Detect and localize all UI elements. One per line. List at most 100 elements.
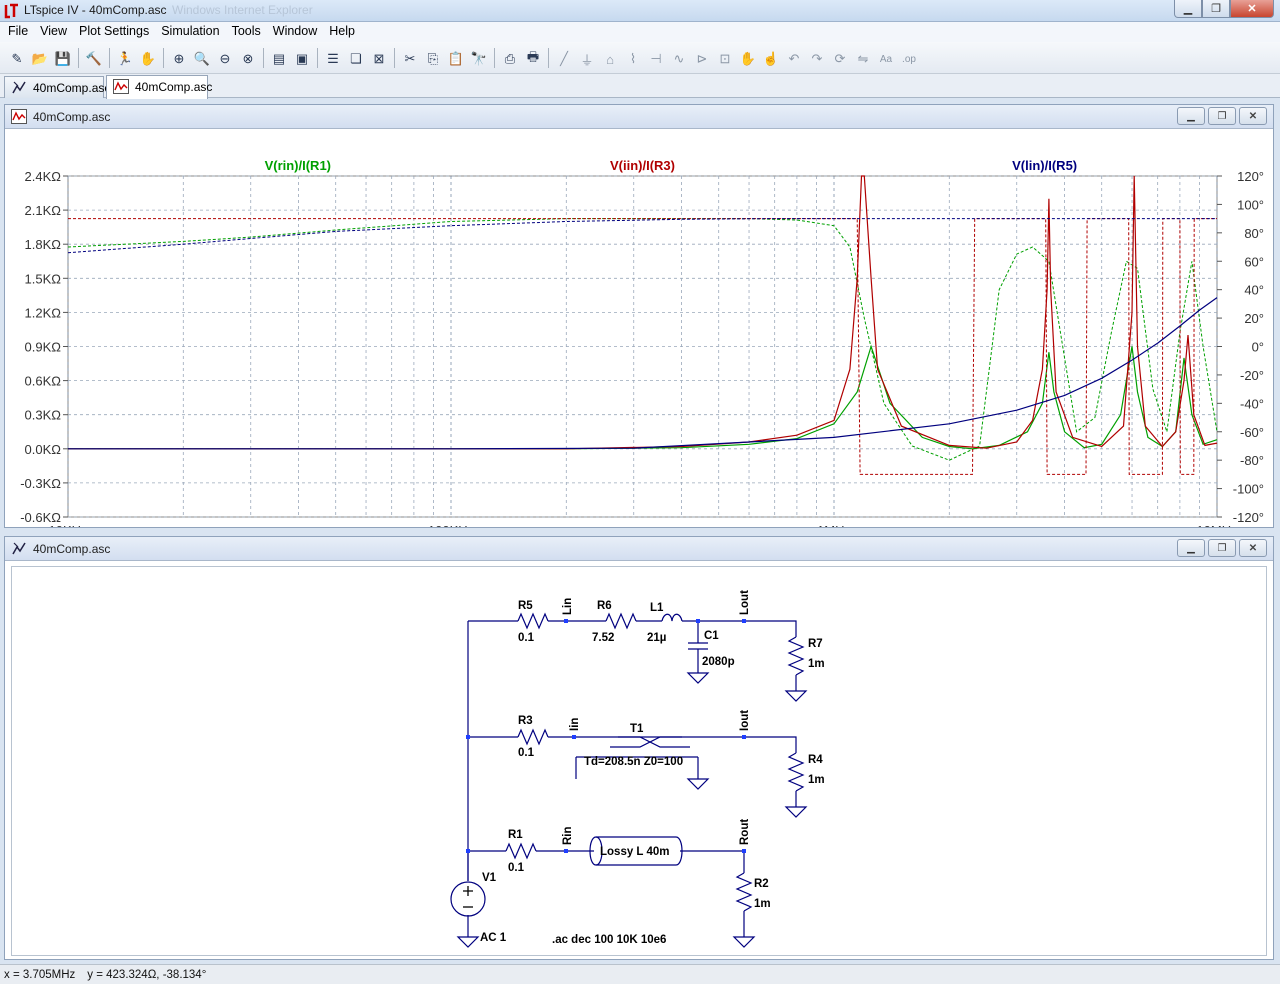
l1-label[interactable]: L1 <box>650 602 664 614</box>
t1-label[interactable]: T1 <box>630 723 644 735</box>
resistor-button[interactable]: ⌇ <box>624 50 642 68</box>
maximize-button[interactable]: ❐ <box>1202 0 1230 18</box>
net-label-lout[interactable]: Lout <box>739 590 751 615</box>
c1-label[interactable]: C1 <box>704 630 719 642</box>
o1-value[interactable]: Lossy L 40m <box>600 846 669 858</box>
schematic-close-button[interactable]: ✕ <box>1239 539 1267 557</box>
find-button[interactable]: 🔭 <box>470 50 488 68</box>
c1-value[interactable]: 2080p <box>702 656 735 668</box>
control-panel-button[interactable]: 🔨 <box>85 50 103 68</box>
ground-button[interactable]: ⏚ <box>578 50 596 68</box>
zoom-rect-button[interactable]: 🔍 <box>193 50 211 68</box>
plot-restore-button[interactable]: ❐ <box>1208 107 1236 125</box>
redo-button[interactable]: ↷ <box>808 50 826 68</box>
r4-label[interactable]: R4 <box>808 754 823 766</box>
menu-tools[interactable]: Tools <box>226 22 267 42</box>
v1-value[interactable]: AC 1 <box>480 932 507 944</box>
menu-help[interactable]: Help <box>323 22 361 42</box>
r2-label[interactable]: R2 <box>754 878 769 890</box>
tab-plot[interactable]: 40mComp.asc <box>106 75 212 99</box>
mirror-button[interactable]: ⇋ <box>854 50 872 68</box>
waveform-plot-svg[interactable]: 2.4KΩ 2.1KΩ 1.8KΩ 1.5KΩ 1.2KΩ 0.9KΩ 0.6KΩ 0.3KΩ… <box>5 130 1273 538</box>
y-right-tick-label: -60° <box>1240 425 1264 440</box>
r3-value[interactable]: 0.1 <box>518 747 535 759</box>
drag-button[interactable]: ☝ <box>762 50 780 68</box>
r7-value[interactable]: 1m <box>808 658 825 670</box>
rotate-button[interactable]: ⟳ <box>831 50 849 68</box>
schematic-restore-button[interactable]: ❐ <box>1208 539 1236 557</box>
cascade-button[interactable]: ❏ <box>347 50 365 68</box>
open-button[interactable]: 📂 <box>31 50 49 68</box>
menu-view[interactable]: View <box>34 22 73 42</box>
paste-button[interactable]: 📋 <box>447 50 465 68</box>
minimize-button[interactable]: ▁ <box>1174 0 1202 18</box>
r3-label[interactable]: R3 <box>518 715 533 727</box>
trace-label-1[interactable]: V(iin)/I(R3) <box>610 158 675 173</box>
r2-value[interactable]: 1m <box>754 898 771 910</box>
halt-button[interactable]: ✋ <box>139 50 157 68</box>
r1-label[interactable]: R1 <box>508 829 523 841</box>
net-label-iout[interactable]: Iout <box>739 710 751 731</box>
capacitor-button[interactable]: ⊣ <box>647 50 665 68</box>
tab-schematic[interactable]: 40mComp.asc <box>4 76 110 98</box>
y-right-tick-label: 0° <box>1252 340 1264 355</box>
cursor-x-readout: x = 3.705MHz <box>4 969 76 981</box>
close-button[interactable]: ✕ <box>1230 0 1274 18</box>
tab-label: 40mComp.asc <box>135 80 213 94</box>
text-button[interactable]: Aa <box>877 50 895 68</box>
zoom-full-button[interactable]: ▣ <box>293 50 311 68</box>
spice-directive[interactable]: .ac dec 100 10K 10e6 <box>552 934 666 946</box>
net-label-rin[interactable]: Rin <box>562 826 574 845</box>
tile-horizontal-icon: ☰ <box>327 51 339 66</box>
y-left-tick-label: 1.2KΩ <box>25 305 62 320</box>
menu-simulation[interactable]: Simulation <box>155 22 225 42</box>
menu-plot-settings[interactable]: Plot Settings <box>73 22 155 42</box>
plot-close-button[interactable]: ✕ <box>1239 107 1267 125</box>
autorange-button[interactable]: ▤ <box>270 50 288 68</box>
move-button[interactable]: ✋ <box>739 50 757 68</box>
zoom-cancel-button[interactable]: ⊗ <box>239 50 257 68</box>
r1-value[interactable]: 0.1 <box>508 862 525 874</box>
zoom-cancel-icon: ⊗ <box>242 51 254 66</box>
r4-value[interactable]: 1m <box>808 774 825 786</box>
r5-value[interactable]: 0.1 <box>518 632 535 644</box>
component-button[interactable]: ⊡ <box>716 50 734 68</box>
new-schematic-button[interactable]: ✎ <box>8 50 26 68</box>
wire-button[interactable]: ╱ <box>555 50 573 68</box>
close-all-button[interactable]: ⊠ <box>370 50 388 68</box>
print-setup-button[interactable]: ⎙ <box>501 50 519 68</box>
cut-button[interactable]: ✂ <box>401 50 419 68</box>
schematic-svg[interactable]: R5 0.1 R6 7.52 L1 21µ C1 2080p R7 1m R3 … <box>12 567 1268 957</box>
zoom-in-button[interactable]: ⊕ <box>170 50 188 68</box>
plot-minimize-button[interactable]: ▁ <box>1177 107 1205 125</box>
trace-label-0[interactable]: V(rin)/I(R1) <box>265 158 331 173</box>
menu-bar: File View Plot Settings Simulation Tools… <box>0 22 1280 42</box>
t1-value[interactable]: Td=208.5n Z0=100 <box>584 756 683 768</box>
tile-horizontal-button[interactable]: ☰ <box>324 50 342 68</box>
schematic-minimize-button[interactable]: ▁ <box>1177 539 1205 557</box>
inductor-button[interactable]: ∿ <box>670 50 688 68</box>
net-label-rout[interactable]: Rout <box>739 819 751 845</box>
l1-value[interactable]: 21µ <box>647 632 666 644</box>
waveform-plot[interactable]: 2.4KΩ 2.1KΩ 1.8KΩ 1.5KΩ 1.2KΩ 0.9KΩ 0.6KΩ 0.3KΩ… <box>5 130 1273 538</box>
copy-button[interactable]: ⎘ <box>424 50 442 68</box>
r7-label[interactable]: R7 <box>808 638 823 650</box>
r6-value[interactable]: 7.52 <box>592 632 614 644</box>
net-label-iin[interactable]: Iin <box>569 718 581 731</box>
print-button[interactable]: 🖶 <box>524 49 542 68</box>
zoom-out-button[interactable]: ⊖ <box>216 50 234 68</box>
label-button[interactable]: ⌂ <box>601 50 619 68</box>
run-button[interactable]: 🏃 <box>116 50 134 68</box>
menu-file[interactable]: File <box>2 22 34 42</box>
trace-label-2[interactable]: V(lin)/I(R5) <box>1012 158 1077 173</box>
net-label-lin[interactable]: Lin <box>562 598 574 615</box>
r6-label[interactable]: R6 <box>597 600 612 612</box>
v1-label[interactable]: V1 <box>482 872 497 884</box>
schematic-canvas[interactable]: R5 0.1 R6 7.52 L1 21µ C1 2080p R7 1m R3 … <box>11 566 1267 956</box>
spice-directive-button[interactable]: .op <box>900 50 918 68</box>
r5-label[interactable]: R5 <box>518 600 533 612</box>
save-button[interactable]: 💾 <box>54 50 72 68</box>
diode-button[interactable]: ⊳ <box>693 50 711 68</box>
undo-button[interactable]: ↶ <box>785 50 803 68</box>
menu-window[interactable]: Window <box>267 22 323 42</box>
